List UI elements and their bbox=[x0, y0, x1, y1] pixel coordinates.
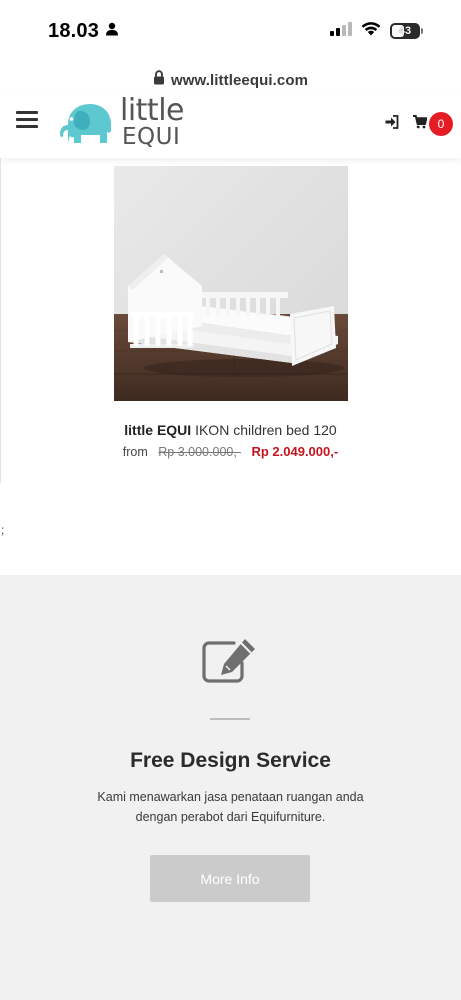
product-image[interactable] bbox=[114, 166, 348, 401]
sign-in-icon[interactable] bbox=[385, 114, 399, 134]
service-title: Free Design Service bbox=[130, 749, 331, 772]
logo-text-equi: EQUI bbox=[122, 124, 181, 150]
menu-icon[interactable] bbox=[16, 111, 38, 129]
status-left: 18.03 bbox=[48, 20, 119, 43]
service-description-line-2: dengan perabot dari Equifurniture. bbox=[135, 810, 326, 824]
battery-level: 43 bbox=[398, 25, 412, 37]
cart-icon bbox=[413, 114, 428, 134]
url-bar[interactable]: www.littleequi.com bbox=[0, 68, 461, 92]
header-actions: 0 bbox=[385, 112, 453, 136]
product-card[interactable]: little EQUI IKON children bed 120 from R… bbox=[0, 158, 461, 483]
lock-icon bbox=[153, 70, 165, 90]
service-section: Free Design Service Kami menawarkan jasa… bbox=[0, 575, 461, 1000]
price-from-label: from bbox=[122, 445, 148, 459]
section-divider bbox=[210, 718, 250, 720]
page: 18.03 43 www.littleequi.com little EQUI … bbox=[0, 0, 461, 1000]
battery-icon: 43 bbox=[390, 23, 423, 39]
wifi-icon bbox=[361, 21, 381, 41]
cart-button[interactable]: 0 bbox=[413, 112, 453, 136]
person-icon bbox=[105, 22, 119, 41]
service-description: Kami menawarkan jasa penataan ruangan an… bbox=[70, 787, 391, 827]
price-row: from Rp 3.000.000,- Rp 2.049.000,- bbox=[0, 444, 461, 459]
more-info-button[interactable]: More Info bbox=[150, 855, 310, 902]
site-header: little EQUI 0 bbox=[0, 92, 461, 158]
site-logo[interactable]: little EQUI bbox=[58, 93, 185, 152]
battery: 43 bbox=[390, 23, 420, 39]
cellular-signal-icon bbox=[330, 21, 352, 41]
url-text: www.littleequi.com bbox=[170, 71, 309, 89]
logo-wordmark: little EQUI bbox=[120, 93, 185, 152]
service-description-line-1: Kami menawarkan jasa penataan ruangan an… bbox=[97, 790, 364, 804]
product-name: IKON children bed 120 bbox=[191, 422, 337, 438]
edit-icon bbox=[200, 635, 260, 685]
product-brand: little EQUI bbox=[124, 422, 192, 438]
original-price: Rp 3.000.000,- bbox=[158, 445, 241, 459]
status-time: 18.03 bbox=[48, 19, 100, 42]
status-right: 43 bbox=[330, 21, 423, 41]
elephant-logo-icon bbox=[58, 99, 114, 150]
cart-count-badge: 0 bbox=[429, 112, 453, 136]
status-bar: 18.03 43 bbox=[0, 0, 461, 62]
sale-price: Rp 2.049.000,- bbox=[251, 444, 339, 459]
logo-text-little: little bbox=[120, 93, 185, 128]
battery-cap bbox=[421, 28, 423, 34]
stray-text: ; bbox=[1, 523, 5, 537]
product-title[interactable]: little EQUI IKON children bed 120 bbox=[0, 422, 461, 438]
